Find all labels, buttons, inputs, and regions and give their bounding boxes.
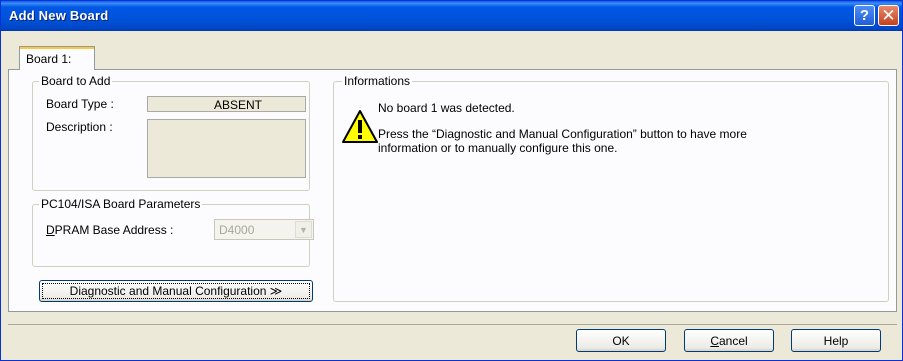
diagnostic-button-label: Diagnostic and Manual Configuration ≫ <box>69 284 283 298</box>
board-type-label: Board Type : <box>46 97 114 111</box>
close-icon: ✕ <box>881 5 896 25</box>
info-line-2: Press the “Diagnostic and Manual Configu… <box>378 127 747 141</box>
description-label: Description : <box>46 120 113 134</box>
dpram-base-address-combo[interactable]: D4000 ▼ <box>214 219 314 240</box>
ok-button[interactable]: OK <box>576 329 666 352</box>
help-button[interactable]: Help <box>791 329 881 352</box>
title-bar[interactable]: Add New Board ? ✕ <box>1 1 902 31</box>
warning-icon <box>342 110 378 143</box>
board-type-value: ABSENT <box>214 98 263 112</box>
help-title-button[interactable]: ? <box>854 5 875 26</box>
question-icon: ? <box>859 7 870 24</box>
dpram-mnemonic: D <box>46 223 55 237</box>
dpram-base-address-value: D4000 <box>219 223 255 237</box>
board-type-field: ABSENT <box>147 96 306 112</box>
close-title-button[interactable]: ✕ <box>878 5 899 26</box>
informations-legend: Informations <box>342 74 413 88</box>
add-new-board-dialog: Add New Board ? ✕ Board 1: Board to Add … <box>0 0 903 361</box>
board-to-add-legend: Board to Add <box>39 74 113 88</box>
pc104-isa-legend: PC104/ISA Board Parameters <box>39 197 203 211</box>
diagnostic-manual-config-button[interactable]: Diagnostic and Manual Configuration ≫ <box>39 280 313 302</box>
cancel-label-rest: ancel <box>718 333 748 348</box>
info-line-3: information or to manually configure thi… <box>378 141 618 155</box>
info-line-1: No board 1 was detected. <box>378 101 515 115</box>
window-title: Add New Board <box>9 8 109 23</box>
informations-group: Informations No board 1 was detected. Pr… <box>333 74 889 302</box>
footer-separator <box>8 324 897 325</box>
description-field <box>147 119 306 178</box>
cancel-mnemonic: C <box>710 333 719 348</box>
ok-label: OK <box>612 333 630 348</box>
cancel-button[interactable]: Cancel <box>684 329 774 352</box>
cancel-label: Cancel <box>710 334 747 348</box>
chevron-down-icon[interactable]: ▼ <box>295 221 312 238</box>
dpram-label-rest: PRAM Base Address : <box>54 223 174 237</box>
tab-board-1[interactable]: Board 1: <box>19 46 95 70</box>
tab-label: Board 1: <box>26 52 72 66</box>
dpram-base-address-label: DPRAM Base Address : <box>46 223 173 237</box>
help-label: Help <box>823 333 849 348</box>
tab-panel: Board to Add Board Type : ABSENT Descrip… <box>8 69 897 312</box>
